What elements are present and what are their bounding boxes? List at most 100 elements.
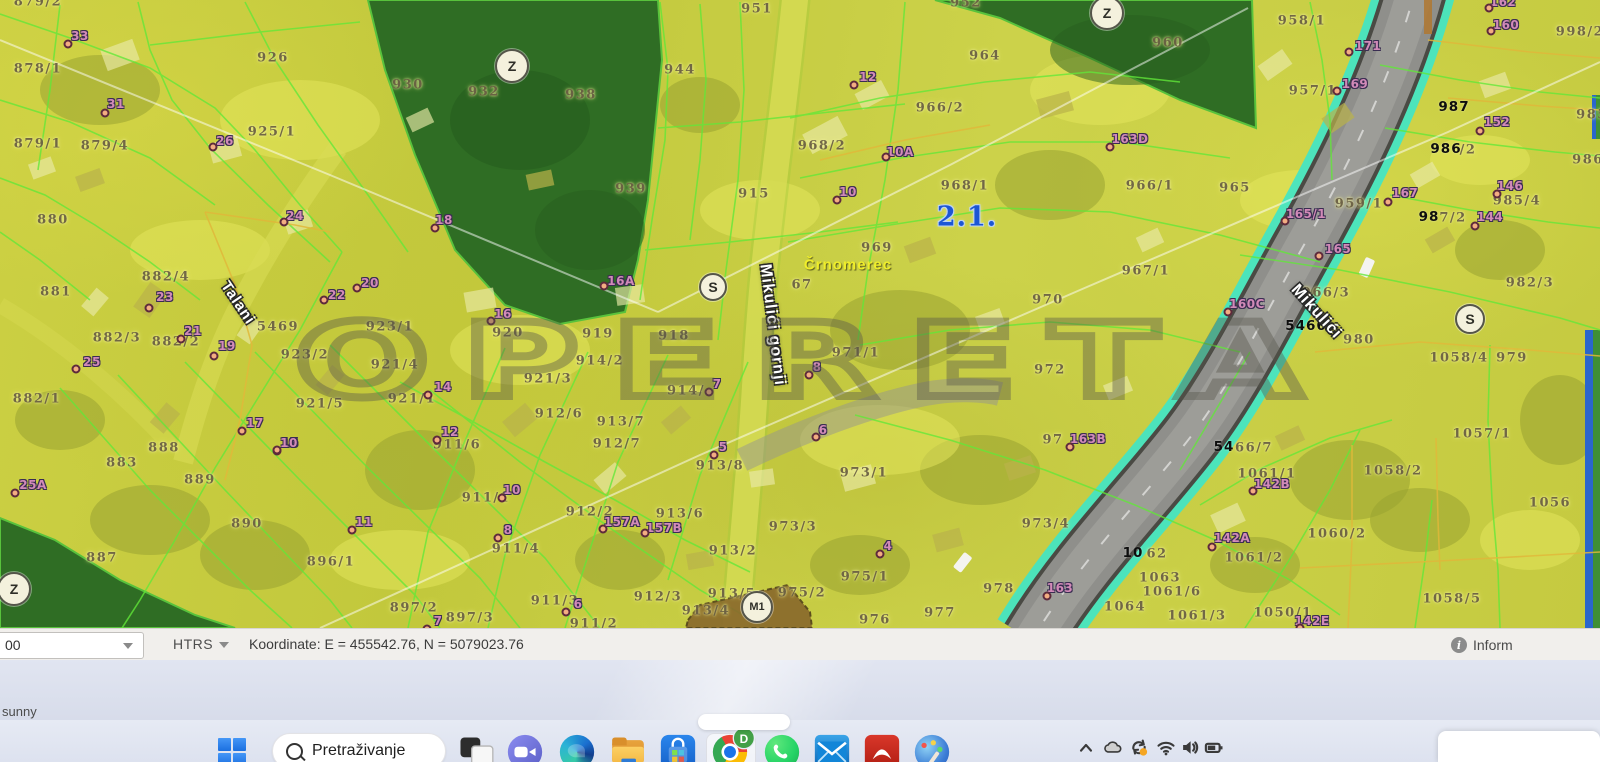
house-number: 10 [280,436,298,450]
house-marker-dot [710,451,719,460]
parcel-number: 1057/1 [1453,427,1512,442]
parcel-number: 959/1 [1335,197,1383,212]
house-number: 11 [355,515,373,529]
house-marker-dot [210,352,219,361]
wifi-icon[interactable] [1156,738,1176,762]
house-number: 23 [156,290,174,304]
parcel-number: 1061/2 [1225,551,1284,566]
chat-icon[interactable] [508,735,542,762]
parcel-number: 921/3 [524,372,572,387]
parcel-number: 1058/5 [1423,592,1482,607]
scale-dropdown[interactable]: 00 [0,632,144,659]
parcel-number: 973/1 [840,466,888,481]
parcel-number: 914/ [667,384,705,399]
onedrive-icon[interactable] [1102,738,1122,762]
parcel-number: 930 [392,78,424,93]
district-label: Črnomerec [804,257,892,274]
house-number: 17 [246,416,264,430]
map-viewport[interactable]: Črnomerec 2.1. 879/2878/1926925/1879/187… [0,0,1600,628]
house-marker-dot [238,427,247,436]
parcel-number: 969 [861,241,893,256]
house-number: 163D [1111,132,1148,146]
house-number: 165/1 [1286,207,1326,221]
chevron-up-icon[interactable] [1076,738,1096,762]
parcel-number: 882/3 [93,331,141,346]
coordinates-readout: Koordinate: E = 455542.76, N = 5079023.7… [249,636,524,652]
chrome-icon[interactable]: D [713,735,747,762]
info-label: Inform [1473,637,1513,653]
weather-widget[interactable]: sunny [2,704,37,719]
parcel-number: 944 [664,63,696,78]
file-explorer-icon[interactable] [611,735,645,762]
parcel-number: 939 [615,182,647,197]
house-marker-dot [209,143,218,152]
sync-icon[interactable] [1129,738,1149,762]
parcel-number: 1063 [1139,571,1181,586]
acrobat-icon[interactable] [865,735,899,762]
chevron-down-icon[interactable] [219,642,229,648]
info-button[interactable]: i Inform [1448,629,1600,661]
house-marker-dot [424,391,433,400]
edge-icon[interactable] [560,735,594,762]
house-marker-dot [1485,4,1494,13]
zone-code-label: 2.1. [937,202,997,233]
parcel-number: 925/1 [248,125,296,140]
parcel-number: 1058/2 [1364,464,1423,479]
parcel-number: 932 [468,85,500,100]
parcel-number: 973/3 [769,520,817,535]
whatsapp-icon[interactable] [765,735,799,762]
house-marker-dot [64,40,73,49]
parcel-number: 62 [1146,547,1167,562]
map-status-bar: 00 HTRS Koordinate: E = 455542.76, N = 5… [0,628,1600,661]
parcel-number: 883 [106,456,138,471]
parcel-number: 882/1 [13,392,61,407]
road-number: 986 [1430,141,1461,157]
house-number: 157B [646,521,682,535]
task-view-icon[interactable] [458,735,492,762]
mail-icon[interactable] [815,735,849,762]
start-button[interactable] [218,738,246,762]
parcel-number: 966/1 [1126,179,1174,194]
house-number: 144 [1477,210,1504,224]
paint-icon[interactable] [915,735,949,762]
house-marker-dot [876,550,885,559]
house-number: 160 [1493,18,1520,32]
battery-icon[interactable] [1204,738,1224,762]
parcel-number: 896/1 [307,555,355,570]
parcel-number: 985 [1576,108,1600,123]
parcel-number: 880 [37,213,69,228]
house-number: 4 [884,539,893,553]
house-number: 14 [434,380,452,394]
house-number: 31 [107,97,125,111]
house-marker-dot [348,526,357,535]
parcel-number: 982/3 [1506,276,1554,291]
parcel-number: 897/3 [446,611,494,626]
house-marker-dot [498,494,507,503]
parcel-number: 918 [658,329,690,344]
parcel-number: 972 [1034,363,1066,378]
road-number: 987 [1438,99,1469,115]
parcel-number: 952 [950,0,982,11]
parcel-number: 913/4 [682,604,730,619]
store-icon[interactable] [661,735,695,762]
house-number: 21 [184,324,202,338]
house-marker-dot [11,489,20,498]
parcel-number: 920 [492,326,524,341]
parcel-number: 919 [582,327,614,342]
volume-icon[interactable] [1180,738,1200,762]
house-marker-dot [833,196,842,205]
taskbar-secondary: Pretraživanje D [0,720,1600,762]
house-marker-dot [805,371,814,380]
crs-selector[interactable]: HTRS [173,636,213,652]
parcel-number: 978 [983,582,1015,597]
parcel-number: 921/4 [371,358,419,373]
house-marker-dot [641,529,650,538]
parcel-number: 971/1 [832,346,880,361]
search-box[interactable]: Pretraživanje [272,733,446,762]
house-marker-dot [1493,190,1502,199]
parcel-number: 914/2 [576,354,624,369]
house-marker-dot [599,525,608,534]
parcel-number: 923/2 [281,348,329,363]
parcel-number: 913/2 [709,544,757,559]
parcel-number: 977 [924,606,956,621]
